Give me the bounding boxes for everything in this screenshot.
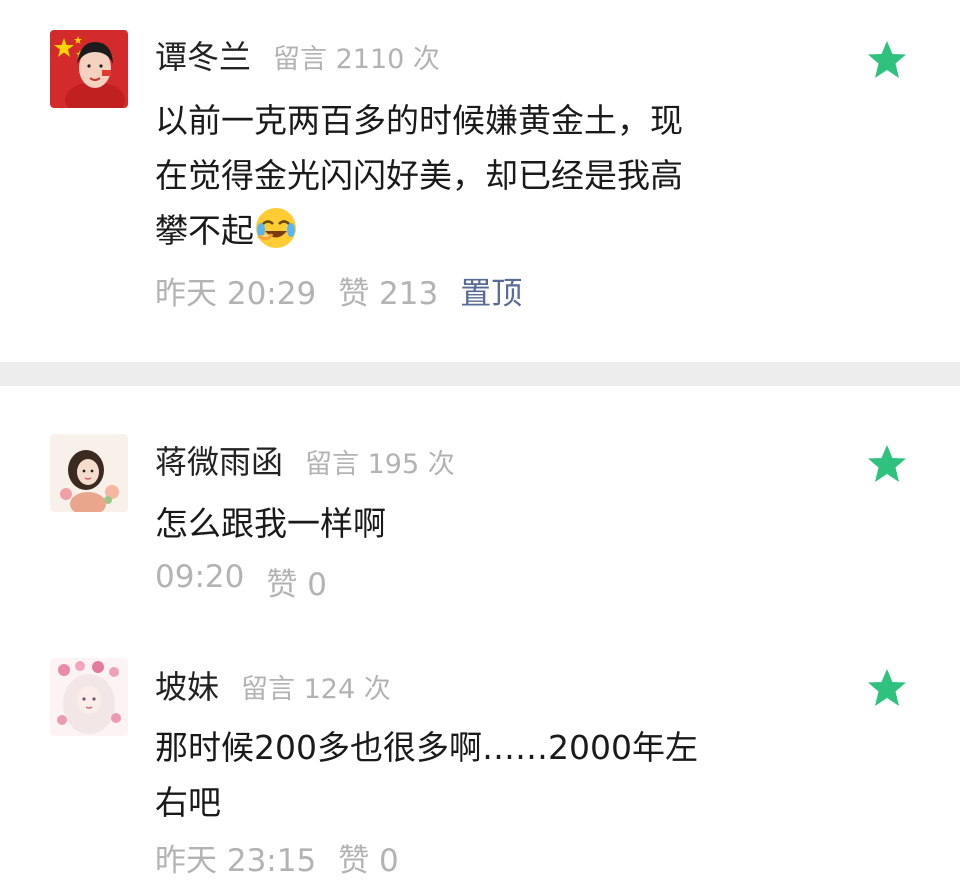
comment-time: 昨天 20:29	[155, 276, 317, 312]
comment-meta: 昨天 20:29 赞 213 置顶	[155, 268, 544, 313]
comment-line: 攀不起	[155, 211, 254, 250]
comment-meta: 昨天 23:15 赞 0	[155, 835, 421, 880]
comment-line-with-emoji: 攀不起	[155, 203, 815, 258]
pin-button[interactable]: 置顶	[460, 268, 522, 313]
comment-text: 以前一克两百多的时候嫌黄金土，现 在觉得金光闪闪好美，却已经是我高 攀不起	[155, 93, 815, 258]
comment-count: 留言 124 次	[241, 674, 391, 705]
commenter-name[interactable]: 蒋微雨函	[155, 437, 283, 483]
section-divider	[0, 362, 960, 386]
comment-line: 右吧	[155, 783, 221, 822]
star-icon[interactable]	[866, 40, 908, 80]
comment-item: 蒋微雨函 留言 195 次 怎么跟我一样啊 09:20 赞 0	[0, 386, 960, 626]
like-button[interactable]: 赞 213	[338, 268, 438, 313]
comment-time: 09:20	[155, 559, 245, 595]
commenter-name[interactable]: 谭冬兰	[155, 32, 251, 78]
comment-text: 怎么跟我一样啊	[155, 496, 815, 551]
star-icon[interactable]	[866, 444, 908, 484]
comment-meta: 09:20 赞 0	[155, 559, 349, 604]
comment-header: 坡妹 留言 124 次	[155, 662, 391, 708]
comment-count: 留言 195 次	[305, 449, 455, 480]
comment-header: 蒋微雨函 留言 195 次	[155, 437, 455, 483]
avatar[interactable]	[50, 434, 128, 512]
star-icon[interactable]	[866, 668, 908, 708]
comment-header: 谭冬兰 留言 2110 次	[155, 32, 440, 78]
comment-line: 那时候200多也很多啊……2000年左	[155, 728, 698, 767]
comment-item: 坡妹 留言 124 次 那时候200多也很多啊……2000年左 右吧 昨天 23…	[0, 626, 960, 879]
like-button[interactable]: 赞 0	[266, 559, 327, 604]
comment-line: 怎么跟我一样啊	[155, 504, 386, 543]
commenter-name[interactable]: 坡妹	[155, 662, 219, 708]
comment-count: 留言 2110 次	[273, 44, 440, 75]
crying-laughing-emoji-icon	[254, 206, 298, 250]
comment-item: 谭冬兰 留言 2110 次 以前一克两百多的时候嫌黄金土，现 在觉得金光闪闪好美…	[0, 0, 960, 362]
comment-time: 昨天 23:15	[155, 843, 317, 879]
comment-text: 那时候200多也很多啊……2000年左 右吧	[155, 720, 815, 830]
avatar[interactable]	[50, 658, 128, 736]
avatar[interactable]	[50, 30, 128, 108]
comment-line: 在觉得金光闪闪好美，却已经是我高	[155, 156, 683, 195]
like-button[interactable]: 赞 0	[338, 835, 399, 880]
comment-line: 以前一克两百多的时候嫌黄金土，现	[155, 101, 683, 140]
